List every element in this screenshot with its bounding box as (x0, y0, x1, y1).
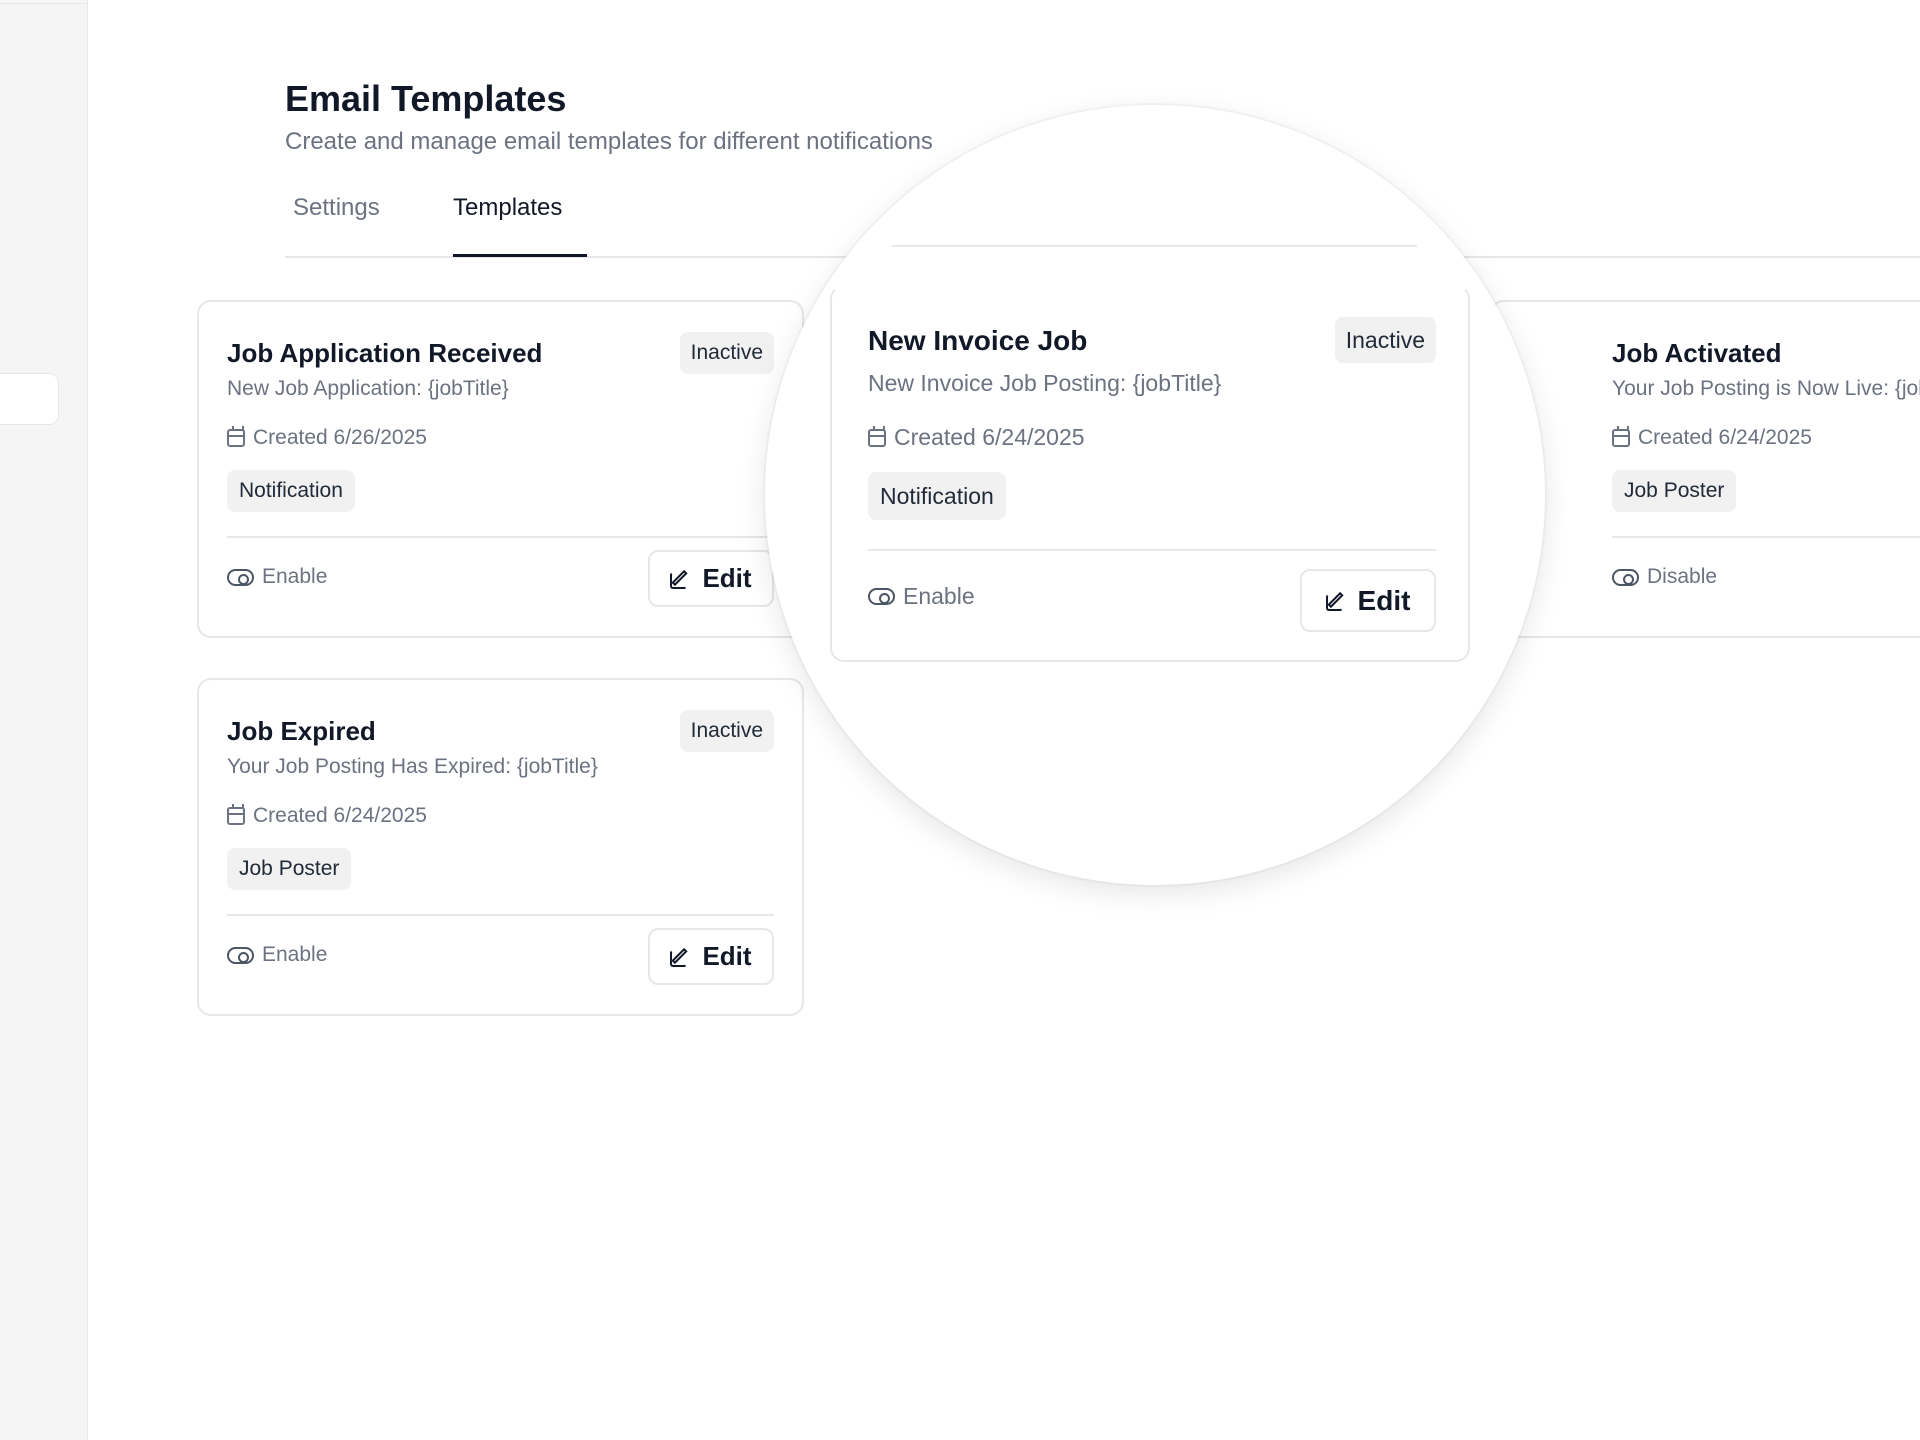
sidebar-divider (0, 0, 88, 4)
toggle-label: Enable (262, 943, 328, 966)
category-badge: Notification (227, 470, 355, 512)
card-divider (227, 914, 774, 916)
created-date: Created 6/24/2025 (1612, 426, 1812, 450)
template-card: New Invoice Job Inactive New Invoice Job… (830, 285, 1470, 662)
template-title: Job Application Received (227, 338, 543, 368)
status-badge: Inactive (1334, 317, 1436, 363)
created-date: Created 6/26/2025 (227, 426, 427, 450)
template-subject: Your Job Posting Has Expired: {jobTitle} (227, 755, 598, 778)
edit-icon (670, 569, 690, 589)
card-divider (1612, 536, 1920, 538)
card-divider (227, 536, 774, 538)
toggle-label: Enable (903, 583, 975, 609)
enable-toggle[interactable]: Enable (227, 943, 327, 967)
lens-tab-border (892, 245, 1417, 247)
enable-toggle[interactable]: Enable (227, 565, 327, 589)
toggle-icon (227, 946, 254, 964)
template-card: Job Application Received Inactive New Jo… (197, 300, 804, 638)
page-subtitle: Create and manage email templates for di… (285, 128, 933, 155)
enable-toggle[interactable]: Enable (868, 583, 975, 610)
sidebar-search-input[interactable] (0, 373, 59, 425)
edit-label: Edit (702, 563, 752, 593)
edit-icon (670, 947, 690, 967)
calendar-icon (227, 804, 245, 825)
category-badge: Job Poster (1612, 470, 1737, 512)
created-date: Created 6/24/2025 (868, 424, 1085, 451)
sidebar (0, 0, 88, 1440)
edit-label: Edit (1357, 584, 1411, 616)
toggle-label: Enable (262, 565, 328, 588)
tab-settings[interactable]: Settings (293, 190, 380, 258)
card-divider (868, 549, 1436, 551)
template-title: Job Expired (227, 716, 376, 746)
toggle-icon (868, 588, 895, 605)
category-badge: Job Poster (227, 848, 352, 890)
magnifier-lens: New Invoice Job Inactive New Invoice Job… (765, 105, 1545, 885)
calendar-icon (868, 425, 886, 447)
template-title: Job Activated (1612, 338, 1782, 368)
template-subject: New Job Application: {jobTitle} (227, 377, 509, 400)
template-title: New Invoice Job (868, 325, 1088, 356)
template-card: Job Expired Inactive Your Job Posting Ha… (197, 678, 804, 1016)
created-label: Created 6/24/2025 (1638, 426, 1812, 449)
edit-label: Edit (702, 941, 752, 971)
created-label: Created 6/24/2025 (253, 804, 427, 827)
toggle-icon (1612, 568, 1639, 586)
created-label: Created 6/24/2025 (894, 424, 1085, 450)
page-title: Email Templates (285, 78, 567, 119)
calendar-icon (227, 426, 245, 447)
disable-toggle[interactable]: Disable (1612, 565, 1717, 589)
calendar-icon (1612, 426, 1630, 447)
edit-icon (1325, 591, 1346, 611)
active-tab-indicator (453, 254, 587, 257)
created-date: Created 6/24/2025 (227, 804, 427, 828)
tab-templates[interactable]: Templates (453, 190, 562, 258)
toggle-label: Disable (1647, 565, 1718, 588)
edit-button[interactable]: Edit (1300, 569, 1436, 632)
template-subject: Your Job Posting is Now Live: {jobTitle} (1612, 377, 1920, 400)
category-badge: Notification (868, 472, 1006, 520)
template-subject: New Invoice Job Posting: {jobTitle} (868, 370, 1222, 396)
template-card: Job Activated Your Job Posting is Now Li… (1490, 300, 1920, 638)
created-label: Created 6/26/2025 (253, 426, 427, 449)
edit-button[interactable]: Edit (648, 550, 774, 607)
status-badge: Inactive (679, 332, 774, 374)
toggle-icon (227, 568, 254, 586)
status-badge: Inactive (679, 710, 774, 752)
edit-button[interactable]: Edit (648, 928, 774, 985)
